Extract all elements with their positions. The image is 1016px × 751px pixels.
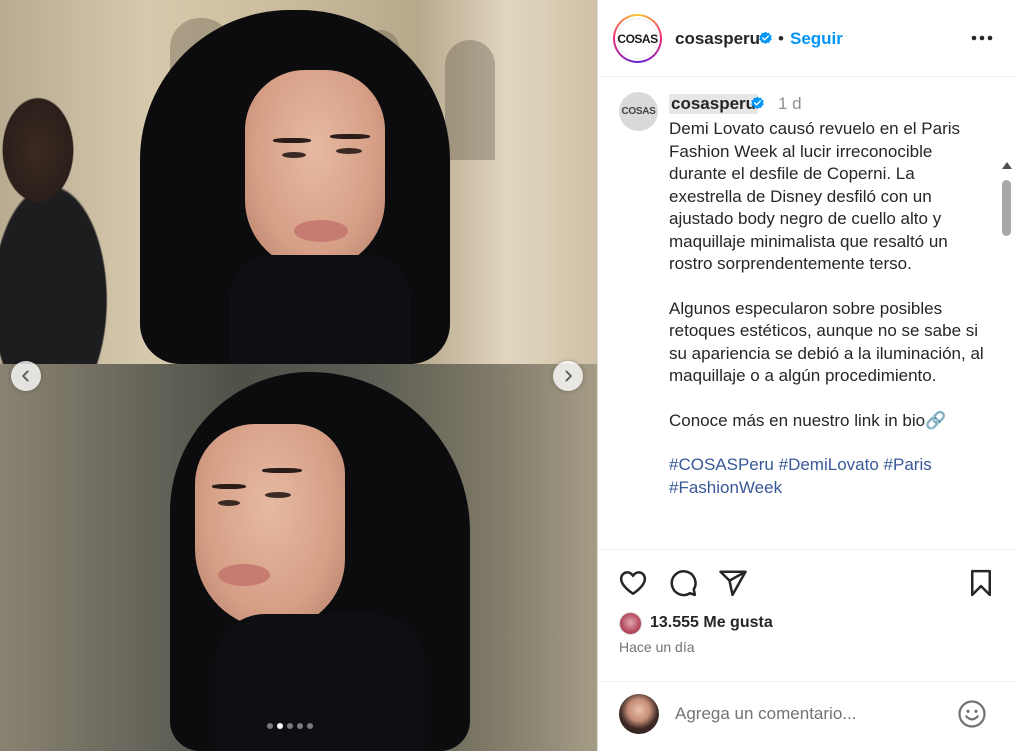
post-time-ago[interactable]: Hace un día — [619, 639, 695, 655]
verified-badge-icon — [751, 96, 764, 109]
carousel-dot — [307, 723, 313, 729]
header-separator: • — [778, 29, 784, 48]
hashtag-link[interactable]: #DemiLovato — [779, 455, 879, 474]
likes-count[interactable]: 13.555 Me gusta — [650, 614, 773, 632]
post-actions: 13.555 Me gusta Hace un día — [598, 551, 1016, 751]
caption-paragraph: Algunos especularon sobre posibles retoq… — [669, 298, 984, 386]
photo-top — [0, 0, 597, 364]
chevron-left-icon — [22, 370, 29, 382]
link-emoji-icon: 🔗 — [925, 410, 947, 430]
caption-author-avatar[interactable]: COSAS — [619, 92, 658, 131]
hashtag-link[interactable]: #COSASPeru — [669, 455, 774, 474]
caption-timestamp[interactable]: 1 d — [778, 94, 802, 114]
carousel-next-button[interactable] — [553, 361, 583, 391]
scroll-thumb[interactable] — [1002, 180, 1011, 236]
smiley-icon[interactable] — [957, 699, 987, 729]
caption-paragraph: Demi Lovato causó revuelo en el Paris Fa… — [669, 119, 961, 273]
hashtag-link[interactable]: #FashionWeek — [669, 478, 782, 497]
post-header: COSAS cosasperu • Seguir — [598, 0, 1016, 77]
caption-paragraph-link: Conoce más en nuestro link in bio🔗 — [669, 410, 989, 433]
photo-bottom — [0, 364, 597, 751]
more-options-button[interactable] — [968, 26, 996, 50]
caption-text: Demi Lovato causó revuelo en el Paris Fa… — [669, 118, 989, 499]
author-avatar[interactable]: COSAS — [613, 14, 662, 63]
caption-link-text: Conoce más en nuestro link in bio — [669, 410, 926, 430]
carousel-prev-button[interactable] — [11, 361, 41, 391]
verified-badge-icon — [759, 31, 772, 44]
avatar-logo-text: COSAS — [617, 18, 658, 59]
likes-row[interactable]: 13.555 Me gusta — [619, 611, 773, 635]
caption-area: COSAS cosasperu 1 d Demi Lovato causó re… — [598, 78, 1016, 550]
comment-input[interactable] — [675, 700, 945, 728]
comment-row — [598, 681, 1016, 751]
viewer-avatar — [619, 694, 659, 734]
liker-avatar — [619, 611, 642, 635]
heart-icon[interactable] — [618, 568, 648, 598]
caption-username[interactable]: cosasperu — [669, 94, 759, 114]
carousel-dot — [277, 723, 283, 729]
comment-icon[interactable] — [668, 568, 698, 598]
carousel-indicator — [267, 723, 313, 729]
chevron-right-icon — [565, 370, 572, 382]
follow-button[interactable]: Seguir — [790, 29, 843, 49]
post-media — [0, 0, 597, 751]
more-horizontal-icon — [971, 35, 993, 41]
post-side-panel: COSAS cosasperu • Seguir COSAS cosasperu… — [597, 0, 1016, 751]
send-icon[interactable] — [718, 568, 748, 598]
caption-scrollbar[interactable] — [999, 162, 1013, 549]
author-username[interactable]: cosasperu — [675, 29, 760, 49]
hashtag-list: #COSASPeru #DemiLovato #Paris #FashionWe… — [669, 454, 989, 499]
bookmark-icon[interactable] — [966, 568, 996, 598]
carousel-dot — [297, 723, 303, 729]
scroll-up-icon[interactable] — [1002, 162, 1012, 169]
carousel-dot — [267, 723, 273, 729]
carousel-dot — [287, 723, 293, 729]
hashtag-link[interactable]: #Paris — [884, 455, 932, 474]
